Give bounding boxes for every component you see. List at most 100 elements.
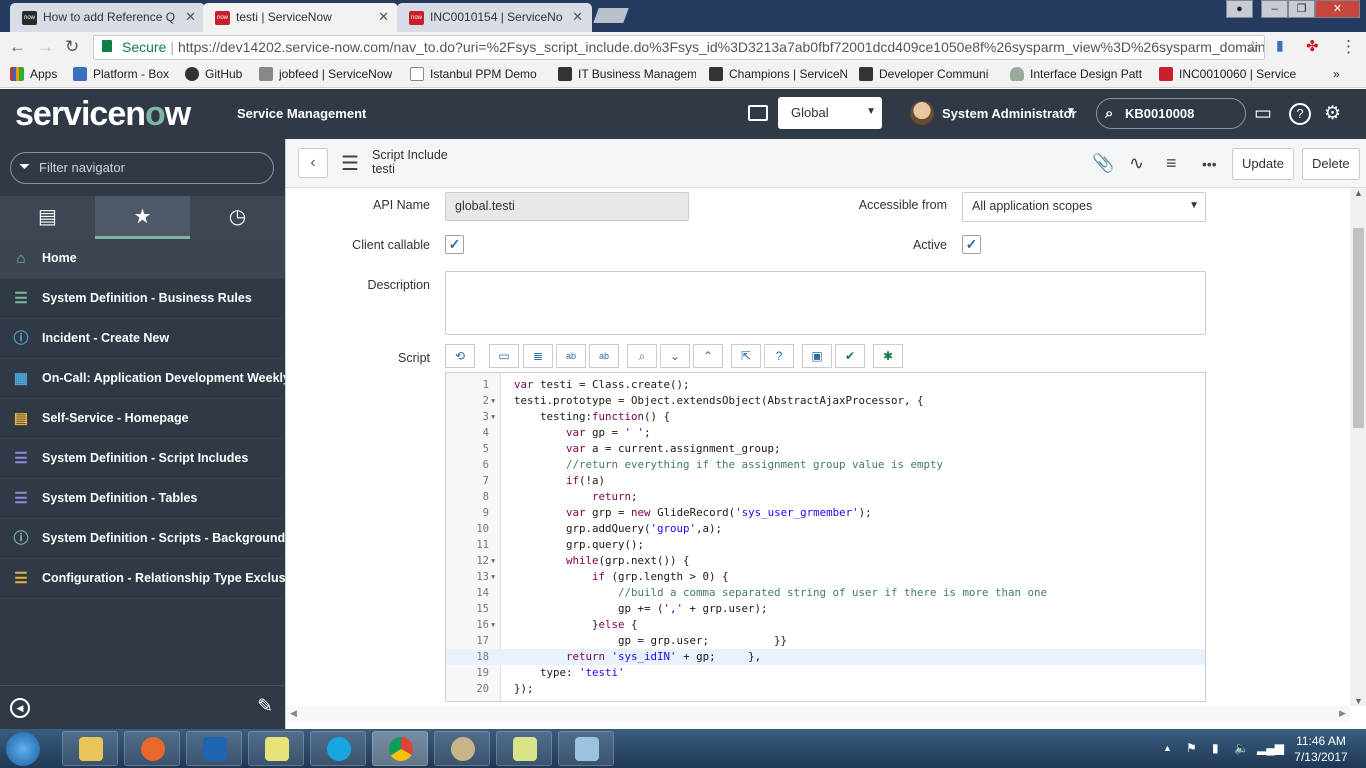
bookmark-item[interactable]: INC0010060 | Service xyxy=(1159,67,1297,81)
code-line[interactable]: 19 type: 'testi' xyxy=(446,665,1205,681)
script-debugger-icon[interactable]: ✱ xyxy=(873,344,903,368)
browser-tab-2[interactable]: now testi | ServiceNow ✕ xyxy=(203,3,398,32)
minimize-button[interactable]: – xyxy=(1261,0,1288,18)
tab-favorites[interactable]: ★ xyxy=(95,196,190,239)
code-line[interactable]: 1 var testi = Class.create(); xyxy=(446,377,1205,393)
global-search-input[interactable]: ⌕ KB0010008 xyxy=(1096,98,1246,129)
code-line[interactable]: 2 ▼ testi.prototype = Object.extendsObject… xyxy=(446,393,1205,409)
code-line[interactable]: 13 ▼ if (grp.length > 0) { xyxy=(446,569,1205,585)
code-line[interactable]: 4 var gp = ' '; xyxy=(446,425,1205,441)
replace-icon[interactable]: ab xyxy=(556,344,586,368)
start-button[interactable] xyxy=(6,732,40,766)
code-line[interactable]: 6 //return everything if the assignment … xyxy=(446,457,1205,473)
fullscreen-icon[interactable]: ⇱ xyxy=(731,344,761,368)
nav-item-scripts-background[interactable]: ⓘ System Definition - Scripts - Backgroun… xyxy=(0,519,285,559)
new-tab-button[interactable] xyxy=(593,8,629,23)
nav-item-on-call[interactable]: ▦ On-Call: Application Development Weekly xyxy=(0,359,285,399)
user-menu[interactable]: System Administrator xyxy=(942,106,1077,121)
code-line[interactable]: 12 ▼ while(grp.next()) { xyxy=(446,553,1205,569)
reload-icon[interactable]: ↻ xyxy=(65,37,79,57)
code-line[interactable]: 18 return 'sys_idIN' + gp; }, xyxy=(446,649,1205,665)
back-button[interactable]: ‹ xyxy=(298,148,328,178)
forward-icon[interactable]: → xyxy=(37,37,54,57)
nav-item-self-service-homepage[interactable]: ▤ Self-Service - Homepage xyxy=(0,399,285,439)
nav-item-relationship-type[interactable]: ☰ Configuration - Relationship Type Exclu… xyxy=(0,559,285,599)
search-icon[interactable]: ⌕ xyxy=(627,344,657,368)
taskbar-firefox[interactable] xyxy=(124,731,180,766)
code-line[interactable]: 16 ▼ }else { xyxy=(446,617,1205,633)
description-field[interactable] xyxy=(445,271,1206,335)
scroll-right-icon[interactable]: ▶ xyxy=(1339,708,1346,719)
battery-icon[interactable]: ▮ xyxy=(1212,741,1219,755)
code-line[interactable]: 7 if(!a) xyxy=(446,473,1205,489)
extension-icon[interactable]: ▮ xyxy=(1276,37,1284,54)
active-checkbox[interactable]: ✓ xyxy=(962,235,981,254)
back-icon[interactable]: ← xyxy=(9,37,26,57)
script-editor[interactable]: 1 var testi = Class.create(); 2 ▼ testi.prot… xyxy=(445,372,1206,702)
code-line[interactable]: 14 //build a comma separated string of u… xyxy=(446,585,1205,601)
close-icon[interactable]: ✕ xyxy=(185,9,196,25)
bookmark-item[interactable]: Developer Communi xyxy=(859,67,997,81)
close-icon[interactable]: ✕ xyxy=(378,9,389,25)
check-syntax-icon[interactable]: ✔ xyxy=(835,344,865,368)
volume-icon[interactable]: 🔈 xyxy=(1234,741,1249,755)
more-bookmarks-icon[interactable]: » xyxy=(1333,67,1340,81)
attachment-icon[interactable]: 📎 xyxy=(1092,153,1114,174)
bookmark-item[interactable]: GitHub xyxy=(185,67,242,81)
taskbar-explorer[interactable] xyxy=(62,731,118,766)
vertical-scrollbar[interactable]: ▲ ▼ xyxy=(1350,188,1366,706)
maximize-button[interactable]: ❐ xyxy=(1288,0,1315,18)
fold-arrow-icon[interactable]: ▼ xyxy=(491,393,495,409)
show-hidden-icons[interactable]: ▲ xyxy=(1163,743,1172,753)
nav-item-tables[interactable]: ☰ System Definition - Tables xyxy=(0,479,285,519)
code-line[interactable]: 8 return; xyxy=(446,489,1205,505)
code-line[interactable]: 10 grp.addQuery('group',a); xyxy=(446,521,1205,537)
taskbar-sticky-notes[interactable] xyxy=(248,731,304,766)
nav-item-script-includes[interactable]: ☰ System Definition - Script Includes xyxy=(0,439,285,479)
format-code-icon[interactable]: ≣ xyxy=(523,344,553,368)
chevron-down-icon[interactable]: ⌄ xyxy=(660,344,690,368)
taskbar-outlook[interactable] xyxy=(186,731,242,766)
close-icon[interactable]: ✕ xyxy=(572,9,583,25)
taskbar-notepad[interactable] xyxy=(496,731,552,766)
tab-all-applications[interactable]: ▤ xyxy=(0,196,95,239)
taskbar-paint[interactable] xyxy=(434,731,490,766)
application-scope-icon[interactable] xyxy=(748,105,768,121)
taskbar-app[interactable] xyxy=(558,731,614,766)
more-options-icon[interactable]: ••• xyxy=(1202,156,1217,172)
fold-arrow-icon[interactable]: ▼ xyxy=(491,617,495,633)
context-menu-icon[interactable]: ☰ xyxy=(341,151,359,176)
client-callable-checkbox[interactable]: ✓ xyxy=(445,235,464,254)
code-line[interactable]: 3 ▼ testing:function() { xyxy=(446,409,1205,425)
taskbar-chrome[interactable] xyxy=(372,731,428,766)
update-button[interactable]: Update xyxy=(1232,148,1294,180)
bookmark-item[interactable]: Interface Design Patt xyxy=(1010,67,1148,81)
tab-history[interactable]: ◷ xyxy=(190,196,285,239)
gear-icon[interactable]: ⚙ xyxy=(1324,102,1341,125)
code-line[interactable]: 15 gp += (',' + grp.user); xyxy=(446,601,1205,617)
fold-arrow-icon[interactable]: ▼ xyxy=(491,553,495,569)
scroll-down-icon[interactable]: ▼ xyxy=(1350,696,1366,706)
extension-icon[interactable]: ✤ xyxy=(1306,37,1319,55)
bookmark-item[interactable]: Champions | ServiceN xyxy=(709,67,847,81)
code-line[interactable]: 17 gp = grp.user; }} xyxy=(446,633,1205,649)
personalize-icon[interactable]: ≡ xyxy=(1166,153,1177,174)
user-icon[interactable]: ● xyxy=(1226,0,1253,18)
activity-icon[interactable]: ∿ xyxy=(1129,153,1144,174)
flag-icon[interactable]: ⚑ xyxy=(1186,741,1197,755)
toggle-syntax-icon[interactable]: ⟲ xyxy=(445,344,475,368)
save-icon[interactable]: ▣ xyxy=(802,344,832,368)
delete-button[interactable]: Delete xyxy=(1302,148,1360,180)
filter-navigator-input[interactable]: ⏷ Filter navigator xyxy=(10,152,274,184)
servicenow-logo[interactable]: servicenow xyxy=(15,95,191,134)
system-clock[interactable]: 11:46 AM 7/13/2017 xyxy=(1280,733,1362,765)
nav-item-business-rules[interactable]: ☰ System Definition - Business Rules xyxy=(0,279,285,319)
fold-arrow-icon[interactable]: ▼ xyxy=(491,569,495,585)
scroll-left-icon[interactable]: ◀ xyxy=(290,708,297,719)
taskbar-skype[interactable] xyxy=(310,731,366,766)
address-bar[interactable]: Secure | https://dev14202.service-now.com/… xyxy=(93,35,1265,60)
caret-down-icon[interactable]: ▼ xyxy=(1066,106,1076,117)
browser-tab-3[interactable]: now INC0010154 | ServiceNo ✕ xyxy=(397,3,592,32)
bookmark-item[interactable]: IT Business Managem xyxy=(558,67,696,81)
collapse-navigator-icon[interactable]: ◀ xyxy=(10,698,30,718)
